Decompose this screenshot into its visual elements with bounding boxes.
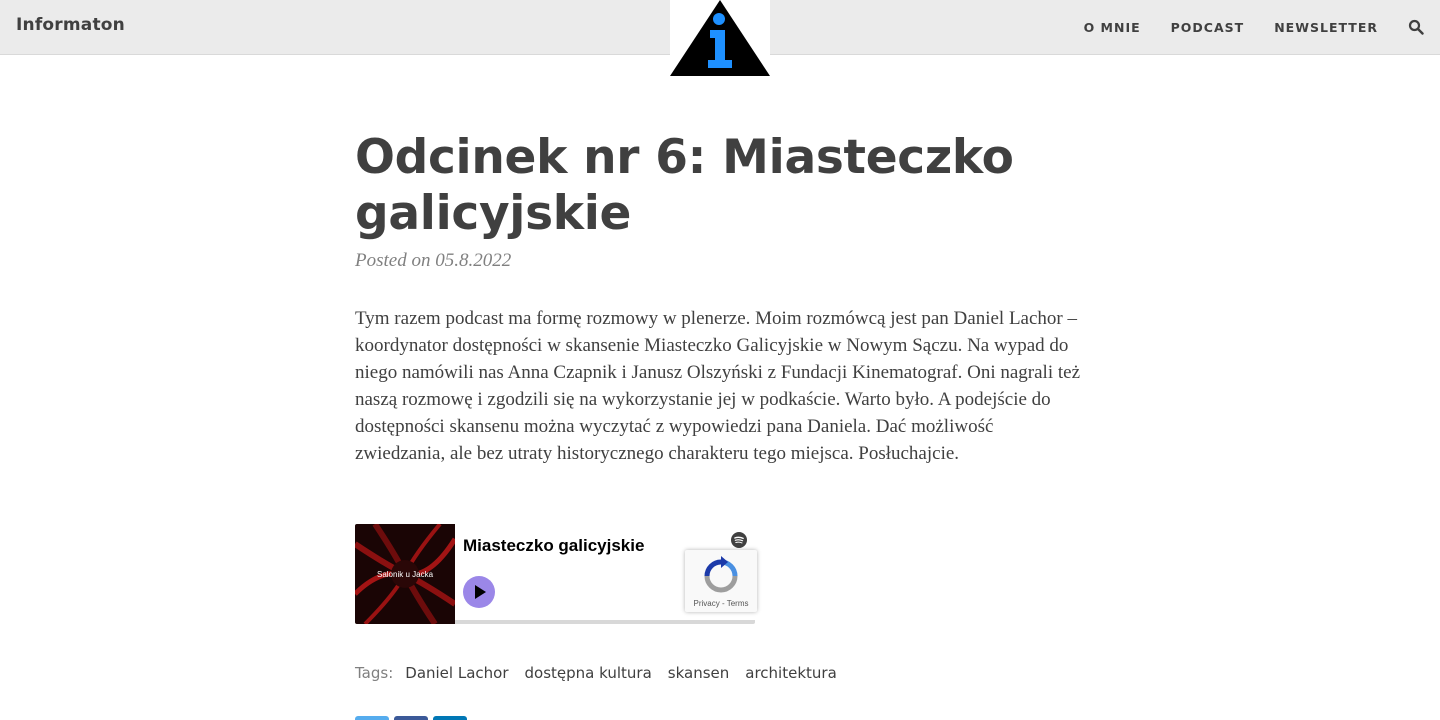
tag-link[interactable]: Daniel Lachor <box>405 664 508 682</box>
spotify-icon[interactable] <box>731 532 747 548</box>
cover-text: Salonik u Jacka <box>377 570 434 579</box>
post-body: Tym razem podcast ma formę rozmowy w ple… <box>355 308 1080 464</box>
search-icon[interactable] <box>1408 19 1424 35</box>
episode-title[interactable]: Miasteczko galicyjskie <box>463 536 644 556</box>
nav-links: O MNIE PODCAST NEWSLETTER <box>1054 0 1424 54</box>
tags-label: Tags: <box>355 664 394 682</box>
recaptcha-icon <box>701 556 741 596</box>
brand-link[interactable]: Informaton <box>16 15 125 35</box>
tags: Tags: Daniel Lachor dostępna kultura ska… <box>355 664 853 682</box>
share-linkedin-button[interactable] <box>433 716 467 720</box>
share-buttons <box>355 716 472 720</box>
play-button[interactable] <box>463 576 495 608</box>
info-triangle-logo <box>670 0 770 76</box>
tag-link[interactable]: architektura <box>745 664 837 682</box>
recaptcha-links[interactable]: Privacy - Terms <box>685 599 757 608</box>
nav-link-podcast[interactable]: PODCAST <box>1171 20 1245 35</box>
nav-link-o-mnie[interactable]: O MNIE <box>1084 20 1141 35</box>
share-facebook-button[interactable] <box>394 716 428 720</box>
nav-link-newsletter[interactable]: NEWSLETTER <box>1274 20 1378 35</box>
share-twitter-button[interactable] <box>355 716 389 720</box>
site-logo[interactable] <box>670 0 770 77</box>
tag-link[interactable]: skansen <box>668 664 730 682</box>
play-icon <box>475 585 486 599</box>
post-meta: Posted on 05.8.2022 <box>355 250 512 271</box>
recaptcha-badge[interactable]: Privacy - Terms <box>685 550 757 612</box>
post-title: Odcinek nr 6: Miasteczko galicyjskie <box>355 130 1014 241</box>
episode-cover[interactable]: Salonik u Jacka <box>355 524 458 624</box>
tag-link[interactable]: dostępna kultura <box>525 664 652 682</box>
progress-track[interactable] <box>455 620 755 624</box>
